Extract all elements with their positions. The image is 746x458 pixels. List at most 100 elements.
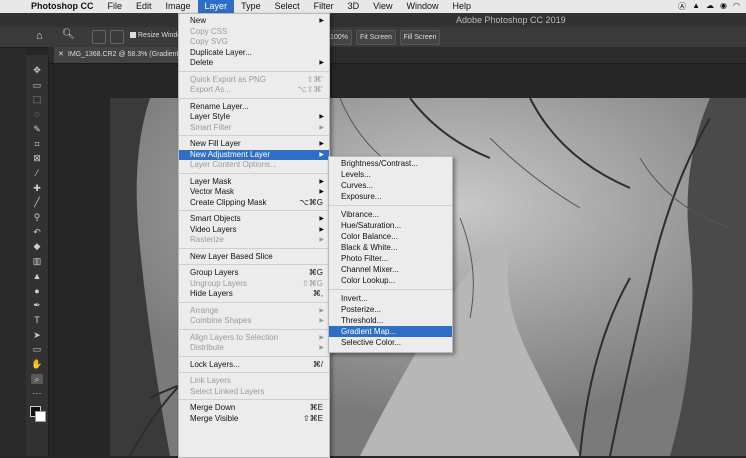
submenu-item-channel-mixer[interactable]: Channel Mixer... (329, 264, 452, 275)
menu-item-combine-shapes: Combine Shapes ▶ (179, 316, 329, 326)
wifi-icon[interactable]: ◠ (733, 1, 740, 12)
fill-screen-button[interactable]: Fill Screen (400, 30, 440, 45)
menu-item-delete[interactable]: Delete ▶ (179, 58, 329, 68)
menu-item-merge-down[interactable]: Merge Down ⌘E (179, 403, 329, 413)
document-tab[interactable]: ✕ IMG_1368.CR2 @ 58.3% (Gradient M... (54, 47, 199, 63)
menu-filter[interactable]: Filter (307, 0, 341, 13)
menu-layer[interactable]: Layer (197, 0, 235, 13)
menu-item-video-layers[interactable]: Video Layers ▶ (179, 225, 329, 235)
path-selection-tool-icon[interactable]: ➤ (31, 330, 43, 340)
submenu-item-invert[interactable]: Invert... (329, 293, 452, 304)
type-tool-icon[interactable]: T (31, 315, 43, 325)
lasso-tool-icon[interactable]: ◌ (31, 109, 43, 119)
eraser-tool-icon[interactable]: ◆ (31, 241, 43, 251)
menu-item-lock-layers[interactable]: Lock Layers... ⌘/ (179, 360, 329, 370)
drive-icon[interactable]: ▲ (692, 1, 700, 12)
blur-tool-icon[interactable]: ▲ (31, 271, 43, 281)
menu-item-smart-objects[interactable]: Smart Objects ▶ (179, 214, 329, 224)
menu-3d[interactable]: 3D (341, 0, 367, 13)
menu-item-new[interactable]: New ▶ (179, 16, 329, 26)
menu-item-link-layers: Link Layers (179, 376, 329, 386)
menu-item-layer-mask[interactable]: Layer Mask ▶ (179, 177, 329, 187)
menu-item-create-clipping-mask[interactable]: Create Clipping Mask ⌥⌘G (179, 198, 329, 208)
history-brush-tool-icon[interactable]: ↶ (31, 227, 43, 237)
artboard-tool-icon[interactable]: ▭ (31, 80, 43, 90)
menu-item-group-layers[interactable]: Group Layers ⌘G (179, 268, 329, 278)
submenu-item-exposure[interactable]: Exposure... (329, 191, 452, 202)
menu-item-hide-layers[interactable]: Hide Layers ⌘, (179, 289, 329, 299)
submenu-item-color-balance[interactable]: Color Balance... (329, 231, 452, 242)
menu-item-label: Rasterize (190, 235, 224, 244)
pen-tool-icon[interactable]: ✒ (31, 300, 43, 310)
home-icon[interactable]: ⌂ (36, 30, 48, 42)
submenu-item-posterize[interactable]: Posterize... (329, 304, 452, 315)
rectangle-tool-icon[interactable]: ▭ (31, 344, 43, 354)
menu-item-label: New Layer Based Slice (190, 251, 273, 261)
menu-edit[interactable]: Edit (129, 0, 159, 13)
menu-window[interactable]: Window (399, 0, 445, 13)
menu-item-new-layer-based-slice[interactable]: New Layer Based Slice (179, 252, 329, 262)
menu-select[interactable]: Select (268, 0, 307, 13)
submenu-item-label: Levels... (341, 170, 371, 179)
zoom-tool-icon[interactable]: ⌕ (31, 373, 43, 384)
submenu-item-selective-color[interactable]: Selective Color... (329, 337, 452, 348)
menu-item-new-fill-layer[interactable]: New Fill Layer ▶ (179, 139, 329, 149)
menu-item-label: Rename Layer... (190, 101, 249, 111)
zoom-preset-icon[interactable]: 🔍︎ (62, 29, 75, 40)
menu-item-new-adjustment-layer[interactable]: New Adjustment Layer ▶ (179, 149, 329, 160)
dodge-tool-icon[interactable]: ● (31, 286, 43, 296)
submenu-item-gradient-map[interactable]: Gradient Map... (329, 326, 452, 337)
submenu-item-label: Hue/Saturation... (341, 221, 402, 230)
cloud-icon[interactable]: ☁ (706, 1, 714, 12)
healing-brush-tool-icon[interactable]: ✚ (31, 183, 43, 193)
zoom-out-icon[interactable] (110, 30, 124, 44)
eyedropper-tool-icon[interactable]: ⁄ (31, 168, 43, 178)
close-icon[interactable]: ✕ (58, 51, 64, 58)
submenu-item-vibrance[interactable]: Vibrance... (329, 209, 452, 220)
move-tool-icon[interactable]: ✥ (31, 65, 43, 75)
menu-item-label: Duplicate Layer... (190, 47, 252, 57)
quick-select-tool-icon[interactable]: ✎ (31, 124, 43, 134)
submenu-item-label: Channel Mixer... (341, 265, 399, 274)
submenu-item-black-white[interactable]: Black & White... (329, 242, 452, 253)
menu-view[interactable]: View (366, 0, 399, 13)
frame-tool-icon[interactable]: ⊠ (31, 153, 43, 163)
menu-item-duplicate-layer[interactable]: Duplicate Layer... (179, 48, 329, 58)
submenu-arrow-icon: ▶ (319, 178, 324, 185)
fit-screen-button[interactable]: Fit Screen (356, 30, 396, 45)
sync-icon[interactable]: ◉ (720, 1, 727, 12)
menu-type[interactable]: Type (234, 0, 268, 13)
adobe-icon[interactable]: Ⓐ (678, 1, 686, 12)
submenu-item-curves[interactable]: Curves... (329, 180, 452, 191)
menu-item-vector-mask[interactable]: Vector Mask ▶ (179, 187, 329, 197)
background-color-swatch[interactable] (35, 411, 46, 422)
tools-panel: ✥ ▭ ⬚ ◌ ✎ ⌗ ⊠ ⁄ ✚ ╱ ⚲ ↶ ◆ ▥ ▲ ● ✒ T ➤ ▭ ✋ ⌕ ⋯ (26, 55, 49, 456)
menu-file[interactable]: File (101, 0, 130, 13)
menu-item-label: Quick Export as PNG (190, 74, 267, 84)
menu-image[interactable]: Image (159, 0, 198, 13)
submenu-item-levels[interactable]: Levels... (329, 169, 452, 180)
gradient-tool-icon[interactable]: ▥ (31, 256, 43, 266)
left-panel-strip (0, 27, 26, 456)
submenu-arrow-icon: ▶ (319, 141, 324, 147)
menu-item-layer-style[interactable]: Layer Style ▶ (179, 112, 329, 122)
zoom-in-icon[interactable] (92, 30, 106, 44)
marquee-tool-icon[interactable]: ⬚ (31, 94, 43, 104)
hand-tool-icon[interactable]: ✋ (31, 359, 43, 369)
menu-item-merge-visible[interactable]: Merge Visible ⇧⌘E (179, 414, 329, 424)
crop-tool-icon[interactable]: ⌗ (31, 139, 43, 149)
menu-item-rename-layer[interactable]: Rename Layer... (179, 102, 329, 112)
mores-tool-icon[interactable]: ⋯ (31, 388, 43, 398)
submenu-item-color-lookup[interactable]: Color Lookup... (329, 275, 452, 286)
submenu-item-threshold[interactable]: Threshold... (329, 315, 452, 326)
menu-separator (179, 172, 329, 174)
submenu-item-hue-saturation[interactable]: Hue/Saturation... (329, 220, 452, 231)
app-menu[interactable]: Photoshop CC (24, 0, 101, 13)
submenu-item-brightness-contrast[interactable]: Brightness/Contrast... (329, 158, 452, 169)
clone-stamp-tool-icon[interactable]: ⚲ (31, 212, 43, 222)
menu-item-select-linked-layers: Select Linked Layers (179, 387, 329, 397)
menu-separator (179, 328, 329, 330)
brush-tool-icon[interactable]: ╱ (31, 197, 43, 207)
menu-help[interactable]: Help (445, 0, 478, 13)
submenu-item-photo-filter[interactable]: Photo Filter... (329, 253, 452, 264)
